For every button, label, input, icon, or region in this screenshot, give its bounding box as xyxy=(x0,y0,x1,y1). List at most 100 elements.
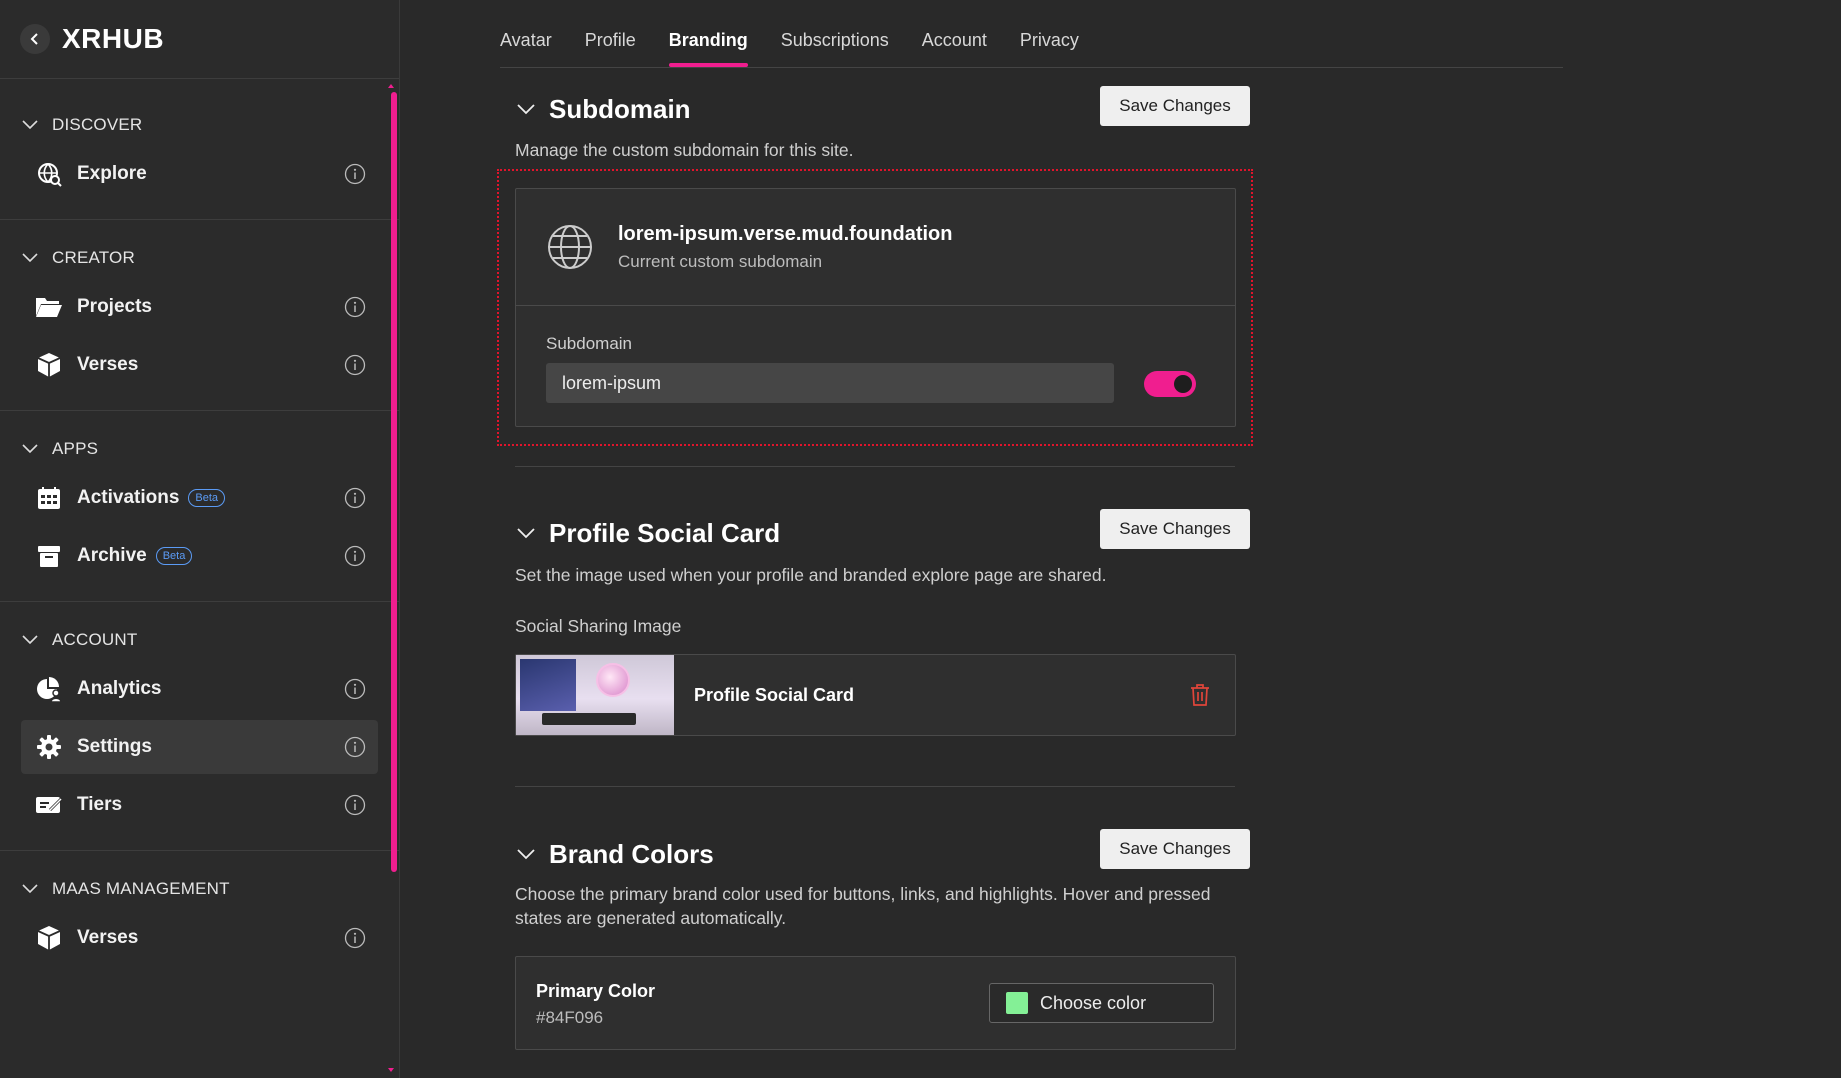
sidebar-section-account: ACCOUNT Analytics Settings Tiers xyxy=(0,602,399,851)
section-title: APPS xyxy=(52,439,99,458)
tab-subscriptions[interactable]: Subscriptions xyxy=(781,0,889,68)
section-title: Brand Colors xyxy=(549,839,714,869)
tab-avatar[interactable]: Avatar xyxy=(500,0,552,68)
section-toggle-apps[interactable]: APPS xyxy=(0,433,399,465)
chevron-down-icon xyxy=(517,104,535,115)
social-image-title: Profile Social Card xyxy=(694,684,855,705)
subdomain-card: lorem-ipsum.verse.mud.foundation Current… xyxy=(515,188,1236,427)
current-domain-caption: Current custom subdomain xyxy=(618,251,823,271)
brand-logo: XRHUB xyxy=(62,23,165,54)
save-social-card-button[interactable]: Save Changes xyxy=(1100,509,1250,549)
tab-branding[interactable]: Branding xyxy=(668,0,748,68)
choose-color-label: Choose color xyxy=(1040,992,1147,1013)
back-button[interactable] xyxy=(20,24,50,54)
current-domain: lorem-ipsum.verse.mud.foundation xyxy=(618,222,953,245)
brand-colors-section-header[interactable]: Brand Colors xyxy=(517,839,714,870)
sidebar-item-verses[interactable]: Verses xyxy=(21,338,378,392)
social-image-card: Profile Social Card xyxy=(515,654,1236,736)
info-icon[interactable] xyxy=(344,927,366,949)
beta-badge: Beta xyxy=(155,547,193,565)
settings-tabs: Avatar Profile Branding Subscriptions Ac… xyxy=(500,0,1563,68)
archive-box-icon xyxy=(35,542,63,570)
social-card-section-header[interactable]: Profile Social Card xyxy=(517,518,780,549)
section-description: Manage the custom subdomain for this sit… xyxy=(515,140,854,160)
sidebar-section-discover: DISCOVER Explore xyxy=(0,79,399,220)
subdomain-section-header[interactable]: Subdomain xyxy=(517,94,691,125)
sidebar-item-projects[interactable]: Projects xyxy=(21,280,378,334)
section-title: Subdomain xyxy=(549,94,691,124)
sidebar-item-label: Verses xyxy=(77,927,139,948)
subdomain-toggle[interactable] xyxy=(1144,371,1196,397)
social-image-label: Social Sharing Image xyxy=(515,616,682,636)
info-icon[interactable] xyxy=(344,487,366,509)
sidebar-item-explore[interactable]: Explore xyxy=(21,147,378,201)
tab-account[interactable]: Account xyxy=(922,0,987,68)
primary-color-hex: #84F096 xyxy=(536,1008,604,1027)
section-description: Set the image used when your profile and… xyxy=(515,565,1107,585)
sidebar-item-label: Activations xyxy=(77,487,180,508)
sidebar-item-label: Explore xyxy=(77,163,147,184)
sidebar: XRHUB DISCOVER Explore CREATOR Projects xyxy=(0,0,400,1078)
sidebar-item-label: Archive xyxy=(77,545,147,566)
info-icon[interactable] xyxy=(344,163,366,185)
chevron-left-icon xyxy=(30,33,38,45)
beta-badge: Beta xyxy=(188,489,226,507)
section-title: ACCOUNT xyxy=(52,630,138,649)
info-icon[interactable] xyxy=(344,545,366,567)
primary-color-card: Primary Color #84F096 Choose color xyxy=(515,956,1236,1050)
color-swatch xyxy=(1006,992,1028,1014)
section-title: DISCOVER xyxy=(52,115,143,134)
chevron-down-icon xyxy=(22,635,38,645)
social-image-thumbnail[interactable] xyxy=(516,655,674,735)
section-divider xyxy=(515,466,1235,467)
sidebar-section-creator: CREATOR Projects Verses xyxy=(0,220,399,411)
tab-privacy[interactable]: Privacy xyxy=(1020,0,1079,68)
chevron-down-icon xyxy=(22,253,38,263)
section-toggle-discover[interactable]: DISCOVER xyxy=(0,109,399,141)
cube-icon xyxy=(35,924,63,952)
info-icon[interactable] xyxy=(344,354,366,376)
folder-open-icon xyxy=(35,293,63,321)
tab-profile[interactable]: Profile xyxy=(585,0,636,68)
chevron-down-icon xyxy=(22,120,38,130)
calendar-grid-icon xyxy=(35,484,63,512)
section-toggle-maas[interactable]: MAAS MANAGEMENT xyxy=(0,873,399,905)
sidebar-item-label: Projects xyxy=(77,296,152,317)
subdomain-input[interactable] xyxy=(546,363,1114,403)
current-domain-row: lorem-ipsum.verse.mud.foundation Current… xyxy=(516,189,1235,306)
chevron-down-icon xyxy=(517,849,535,860)
trash-icon[interactable] xyxy=(1189,683,1211,707)
choose-color-button[interactable]: Choose color xyxy=(989,983,1214,1023)
scroll-up-arrow-icon[interactable] xyxy=(385,82,397,90)
section-description: Choose the primary brand color used for … xyxy=(515,884,1211,928)
chevron-down-icon xyxy=(22,884,38,894)
info-icon[interactable] xyxy=(344,296,366,318)
sidebar-item-settings[interactable]: Settings xyxy=(21,720,378,774)
subdomain-field-label: Subdomain xyxy=(546,334,633,353)
sidebar-item-analytics[interactable]: Analytics xyxy=(21,662,378,716)
section-title: MAAS MANAGEMENT xyxy=(52,879,230,898)
globe-search-icon xyxy=(35,160,63,188)
chevron-down-icon xyxy=(517,528,535,539)
sidebar-section-maas: MAAS MANAGEMENT Verses xyxy=(0,851,399,983)
sidebar-item-label: Verses xyxy=(77,354,139,375)
sidebar-item-activations[interactable]: Activations Beta xyxy=(21,471,378,525)
sidebar-item-tiers[interactable]: Tiers xyxy=(21,778,378,832)
cube-icon xyxy=(35,351,63,379)
section-title: Profile Social Card xyxy=(549,518,781,548)
save-subdomain-button[interactable]: Save Changes xyxy=(1100,86,1250,126)
info-icon[interactable] xyxy=(344,794,366,816)
save-brand-colors-button[interactable]: Save Changes xyxy=(1100,829,1250,869)
sidebar-item-label: Tiers xyxy=(77,794,123,815)
section-toggle-creator[interactable]: CREATOR xyxy=(0,242,399,274)
sidebar-item-maas-verses[interactable]: Verses xyxy=(21,911,378,965)
sidebar-scrollbar-thumb[interactable] xyxy=(391,92,397,872)
sidebar-header: XRHUB xyxy=(0,0,399,79)
sidebar-item-archive[interactable]: Archive Beta xyxy=(21,529,378,583)
section-toggle-account[interactable]: ACCOUNT xyxy=(0,624,399,656)
scroll-down-arrow-icon[interactable] xyxy=(385,1066,397,1074)
info-icon[interactable] xyxy=(344,736,366,758)
primary-color-label: Primary Color xyxy=(536,981,656,1001)
info-icon[interactable] xyxy=(344,678,366,700)
sidebar-item-label: Settings xyxy=(77,736,152,757)
